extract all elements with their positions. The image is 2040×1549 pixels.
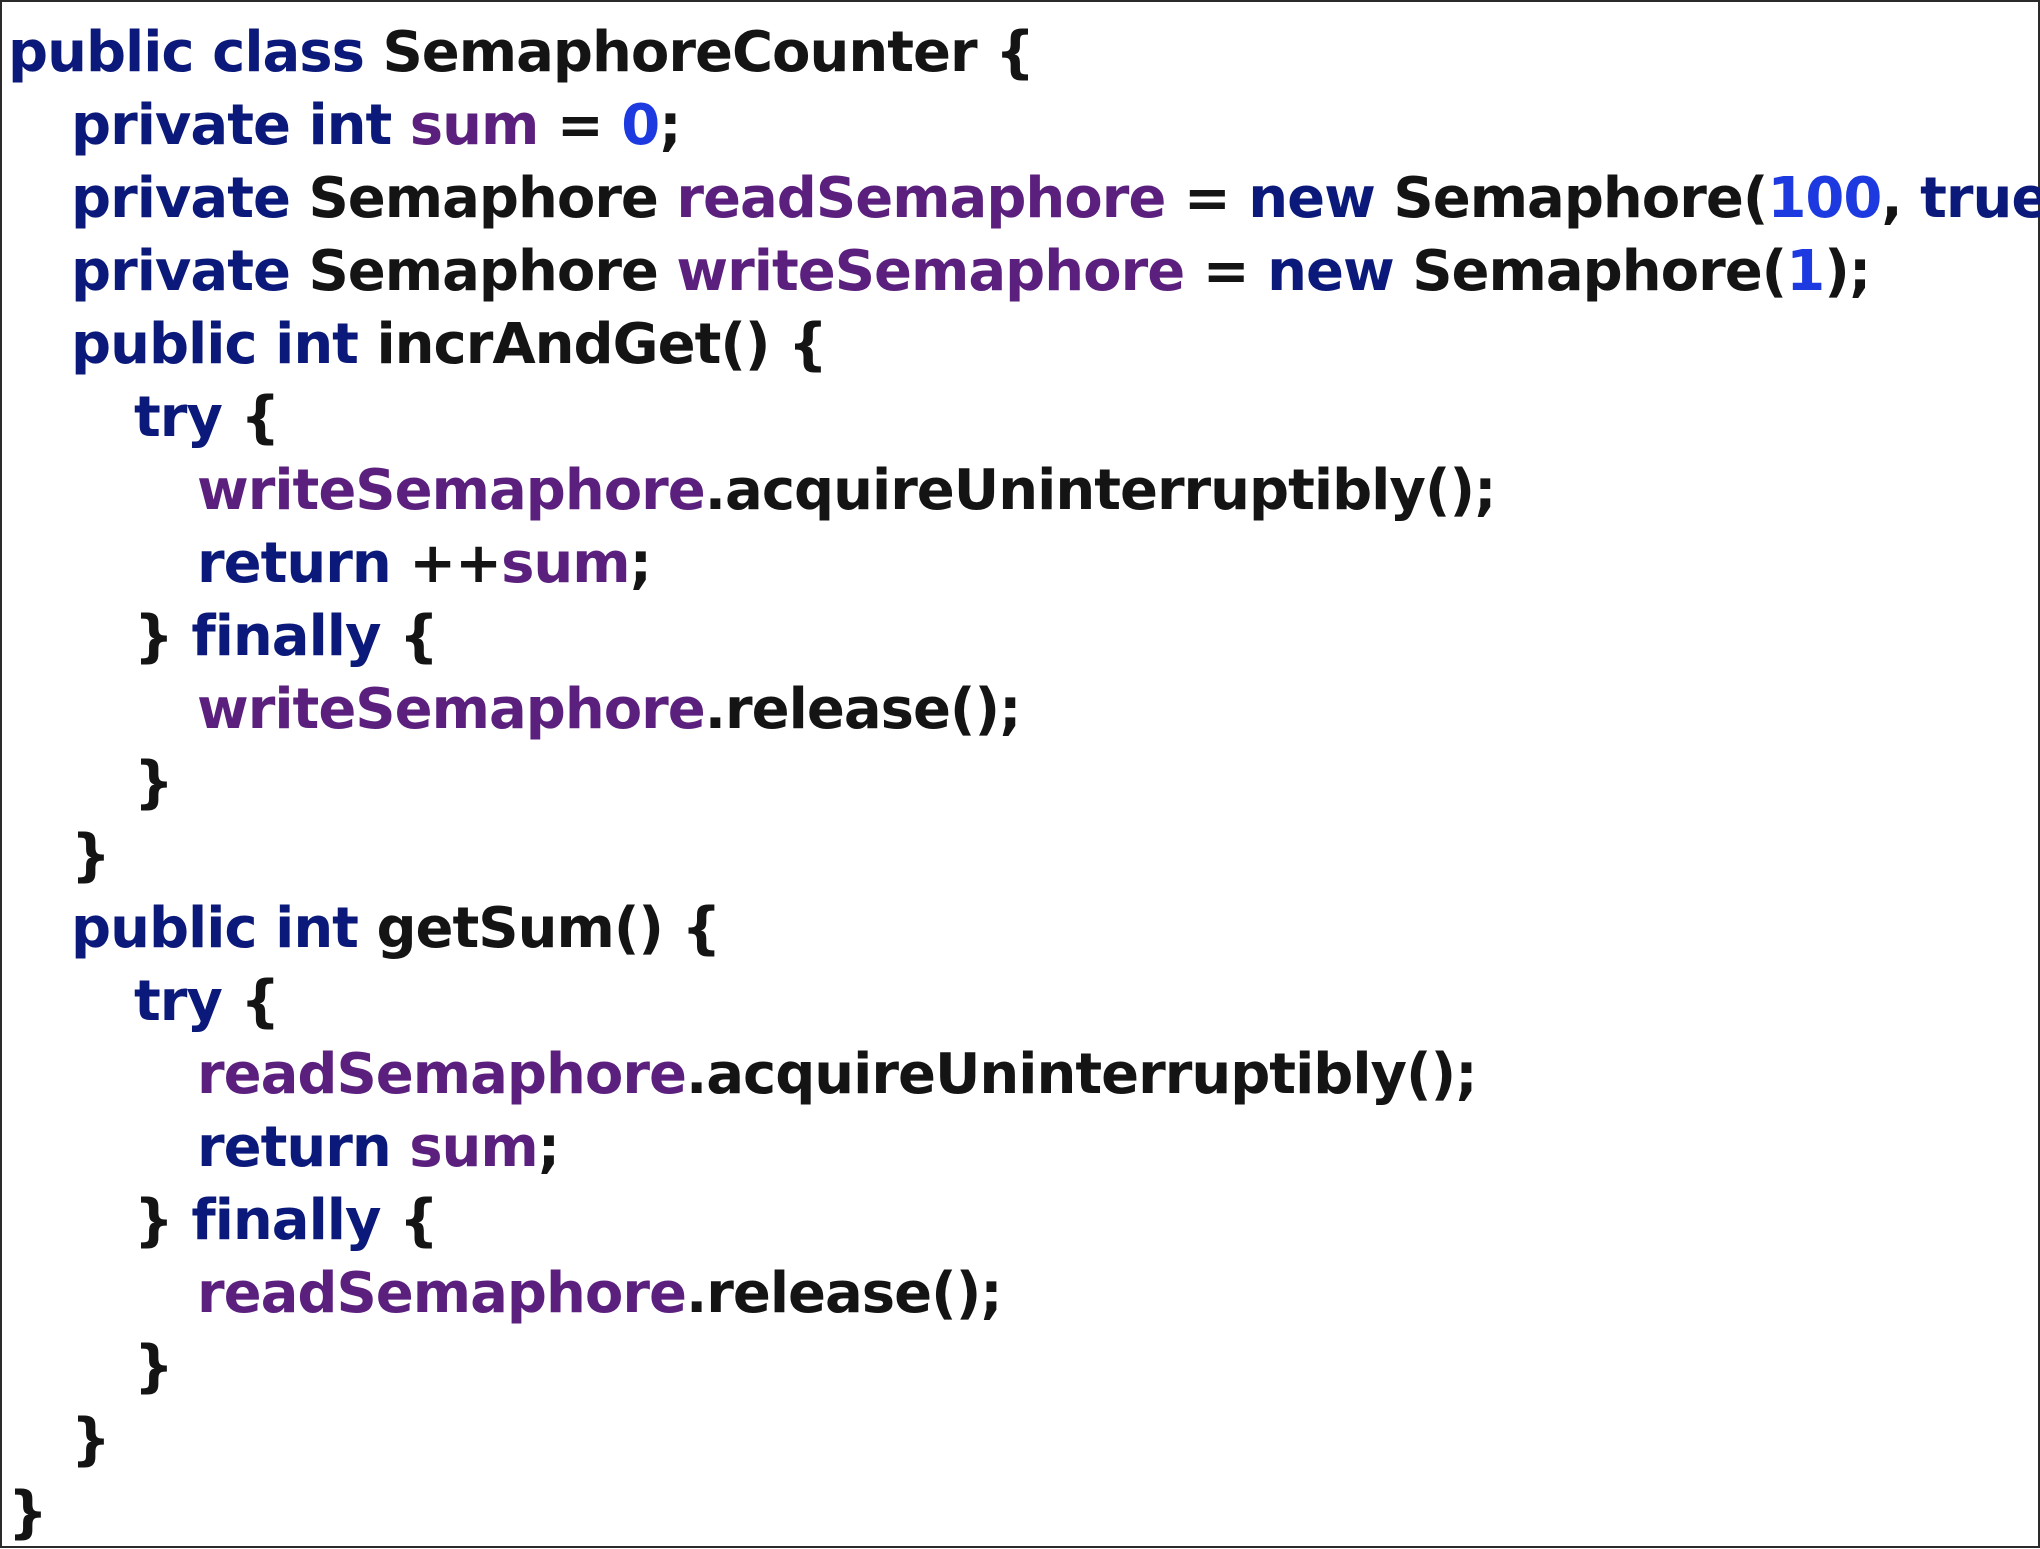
code-line: public class SemaphoreCounter { bbox=[8, 16, 2040, 89]
code-text: Semaphore bbox=[308, 166, 677, 231]
code-text: ++ bbox=[409, 531, 502, 596]
code-keyword: public int bbox=[71, 312, 377, 377]
code-keyword: private bbox=[71, 166, 309, 231]
code-keyword: true bbox=[1920, 166, 2040, 231]
code-keyword: try bbox=[134, 385, 241, 450]
code-field: writeSemaphore bbox=[197, 458, 706, 523]
code-text: { bbox=[240, 385, 280, 450]
code-line: writeSemaphore.release(); bbox=[8, 673, 2040, 746]
code-text: .acquireUninterruptibly(); bbox=[704, 458, 1497, 523]
code-line: readSemaphore.release(); bbox=[8, 1257, 2040, 1330]
code-text: = bbox=[1165, 166, 1249, 231]
code-keyword: finally bbox=[191, 1188, 399, 1253]
code-line: } finally { bbox=[8, 600, 2040, 673]
code-keyword: public class bbox=[8, 20, 383, 85]
code-field: readSemaphore bbox=[676, 166, 1166, 231]
code-line: } bbox=[8, 746, 2040, 819]
code-keyword: new bbox=[1267, 239, 1413, 304]
code-text: .acquireUninterruptibly(); bbox=[685, 1042, 1478, 1107]
code-field: writeSemaphore bbox=[676, 239, 1185, 304]
code-text: SemaphoreCounter { bbox=[382, 20, 1035, 85]
code-text: } bbox=[134, 604, 192, 669]
code-number: 0 bbox=[621, 93, 660, 158]
code-block: public class SemaphoreCounter {private i… bbox=[8, 16, 2040, 1549]
code-field: readSemaphore bbox=[197, 1261, 687, 1326]
code-text: ; bbox=[537, 1115, 560, 1180]
code-text: incrAndGet() { bbox=[376, 312, 827, 377]
code-text: = bbox=[1184, 239, 1268, 304]
code-text: .release(); bbox=[704, 677, 1022, 742]
code-field: sum bbox=[409, 93, 540, 158]
code-line: readSemaphore.acquireUninterruptibly(); bbox=[8, 1038, 2040, 1111]
code-keyword: private int bbox=[71, 93, 410, 158]
code-text: ; bbox=[659, 93, 681, 158]
code-line: } bbox=[8, 819, 2040, 892]
code-keyword: return bbox=[197, 531, 410, 596]
code-text: } bbox=[8, 1480, 48, 1545]
code-field: sum bbox=[409, 1115, 539, 1180]
code-text: , bbox=[1881, 166, 1921, 231]
code-text: Semaphore bbox=[308, 239, 677, 304]
code-text: { bbox=[398, 1188, 439, 1253]
code-field: sum bbox=[501, 531, 631, 596]
code-text: } bbox=[134, 1188, 192, 1253]
code-line: } bbox=[8, 1330, 2040, 1403]
code-number: 100 bbox=[1767, 166, 1882, 231]
code-line: } bbox=[8, 1476, 2040, 1549]
code-line: return ++sum; bbox=[8, 527, 2040, 600]
code-text: } bbox=[134, 1334, 174, 1399]
code-line: private Semaphore writeSemaphore = new S… bbox=[8, 235, 2040, 308]
code-text: ); bbox=[1824, 239, 1871, 304]
code-frame: public class SemaphoreCounter {private i… bbox=[0, 0, 2040, 1548]
code-text: Semaphore( bbox=[1393, 166, 1768, 231]
code-text: } bbox=[134, 750, 174, 815]
code-line: writeSemaphore.acquireUninterruptibly(); bbox=[8, 454, 2040, 527]
code-number: 1 bbox=[1786, 239, 1825, 304]
code-text: } bbox=[71, 1407, 111, 1472]
code-line: } bbox=[8, 1403, 2040, 1476]
code-text: .release(); bbox=[685, 1261, 1003, 1326]
code-field: readSemaphore bbox=[197, 1042, 687, 1107]
code-text: getSum() { bbox=[376, 896, 721, 961]
code-text: } bbox=[71, 823, 111, 888]
code-text: { bbox=[398, 604, 439, 669]
code-text: = bbox=[538, 93, 622, 158]
code-keyword: return bbox=[197, 1115, 410, 1180]
code-keyword: finally bbox=[191, 604, 399, 669]
code-line: } finally { bbox=[8, 1184, 2040, 1257]
code-field: writeSemaphore bbox=[197, 677, 706, 742]
code-text: Semaphore( bbox=[1412, 239, 1787, 304]
code-keyword: new bbox=[1248, 166, 1394, 231]
code-line: try { bbox=[8, 965, 2040, 1038]
code-line: private Semaphore readSemaphore = new Se… bbox=[8, 162, 2040, 235]
code-keyword: public int bbox=[71, 896, 377, 961]
code-text: ; bbox=[629, 531, 652, 596]
code-line: private int sum = 0; bbox=[8, 89, 2040, 162]
code-line: public int getSum() { bbox=[8, 892, 2040, 965]
code-keyword: try bbox=[134, 969, 241, 1034]
code-keyword: private bbox=[71, 239, 309, 304]
code-line: public int incrAndGet() { bbox=[8, 308, 2040, 381]
code-line: return sum; bbox=[8, 1111, 2040, 1184]
code-text: { bbox=[240, 969, 280, 1034]
code-line: try { bbox=[8, 381, 2040, 454]
